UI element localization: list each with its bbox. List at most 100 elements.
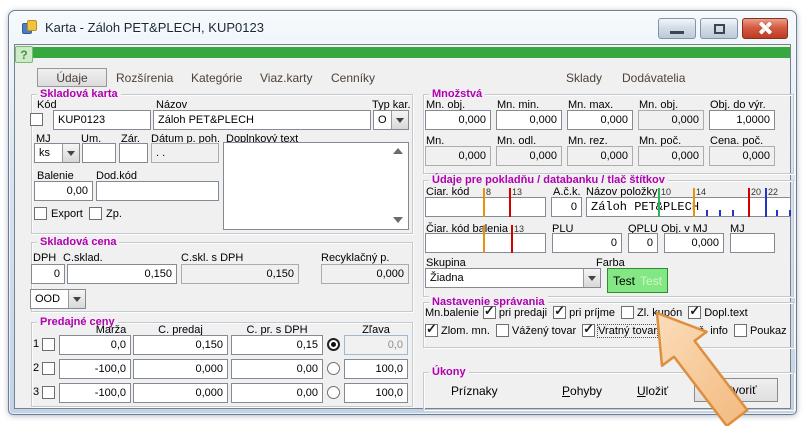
tab-kategorie[interactable]: Kategórie xyxy=(191,71,242,85)
mn-poc-field[interactable]: 0,000 xyxy=(638,146,704,166)
c-predaj-field-1[interactable]: 0,150 xyxy=(133,335,228,355)
marza-field-1[interactable]: 0,0 xyxy=(59,335,131,355)
tab-viazkarty[interactable]: Viaz.karty xyxy=(260,71,312,85)
poukaz-checkbox[interactable] xyxy=(734,324,747,337)
export-label: Export xyxy=(51,208,83,220)
mn-obj-field[interactable]: 0,000 xyxy=(425,110,491,130)
ruler-tick-blue xyxy=(765,188,767,217)
dopl-text-checkbox[interactable] xyxy=(688,306,701,319)
tab-udaje[interactable]: Údaje xyxy=(37,68,107,87)
marza-field-3[interactable]: -100,0 xyxy=(59,383,131,403)
chevron-down-icon[interactable] xyxy=(68,290,85,308)
price-row1-checkbox[interactable] xyxy=(42,338,55,351)
nazov-mark-20: 20 xyxy=(751,187,761,197)
nazov-mark-10: 10 xyxy=(661,187,671,197)
obj-do-vyr-field[interactable]: 1,0000 xyxy=(709,110,775,130)
marza-field-2[interactable]: -100,0 xyxy=(59,359,131,379)
zlava-field-1[interactable]: 0,0 xyxy=(344,335,408,355)
price-radio-3[interactable] xyxy=(327,386,340,399)
c-pr-s-dph-field-1[interactable]: 0,15 xyxy=(231,335,323,355)
scroll-up-icon[interactable] xyxy=(393,148,403,154)
c-predaj-field-2[interactable]: 0,000 xyxy=(133,359,228,379)
plu-field[interactable]: 0 xyxy=(552,233,622,253)
c-pr-s-dph-field-3[interactable]: 0,00 xyxy=(231,383,323,403)
nazov-field[interactable]: Záloh PET&PLECH xyxy=(153,110,371,130)
obj-v-mj-field[interactable]: 0,000 xyxy=(664,233,724,253)
rozs-info-checkbox[interactable] xyxy=(663,324,676,337)
priznaky-button[interactable]: Príznaky xyxy=(445,383,504,399)
chevron-down-icon[interactable] xyxy=(62,144,79,162)
zlava-field-3[interactable]: 100,0 xyxy=(344,383,408,403)
maximize-button[interactable] xyxy=(700,18,738,39)
screenshot-stage: Karta - Záloh PET&PLECH, KUP0123 ? Údaje… xyxy=(0,0,807,426)
group-title-skladova-cena: Skladová cena xyxy=(37,236,119,248)
ood-value: OOD xyxy=(35,293,60,305)
window-controls xyxy=(658,17,788,39)
datum-field[interactable]: . . xyxy=(151,143,219,163)
pohyby-button[interactable]: Pohyby xyxy=(556,383,608,399)
cena-poc-field[interactable]: 0,000 xyxy=(709,146,775,166)
tab-rozsirenia[interactable]: Rozšírenia xyxy=(116,71,173,85)
mj2-field[interactable] xyxy=(730,233,775,253)
pri-predaji-checkbox[interactable] xyxy=(483,306,496,319)
mn-max-field[interactable]: 0,000 xyxy=(567,110,633,130)
mn-field[interactable]: 0,000 xyxy=(425,146,491,166)
doplnkovy-textarea[interactable] xyxy=(223,142,409,230)
zlava-field-2[interactable]: 100,0 xyxy=(344,359,408,379)
skupina-select[interactable]: Žiadna xyxy=(425,268,601,288)
tab-sklady[interactable]: Sklady xyxy=(566,71,602,85)
farba-swatch-button[interactable]: Test Test xyxy=(607,268,668,293)
csklad-label: C.sklad. xyxy=(63,252,103,264)
c-predaj-field-3[interactable]: 0,000 xyxy=(133,383,228,403)
balenia-field[interactable] xyxy=(425,233,546,253)
zar-field[interactable] xyxy=(119,143,148,163)
csklad-field[interactable]: 0,150 xyxy=(67,264,177,284)
dopl-text-label: Dopl.text xyxy=(704,307,747,319)
export-checkbox[interactable] xyxy=(34,207,47,220)
cskldph-field[interactable]: 0,150 xyxy=(181,264,299,284)
close-button[interactable] xyxy=(742,18,788,39)
mj-select[interactable]: ks xyxy=(34,143,80,163)
recykl-field[interactable]: 0,000 xyxy=(321,264,409,284)
vazeny-tovar-checkbox[interactable] xyxy=(496,324,509,337)
c-pr-s-dph-field-2[interactable]: 0,00 xyxy=(231,359,323,379)
pri-prijme-checkbox[interactable] xyxy=(553,306,566,319)
zlom-mn-checkbox[interactable] xyxy=(425,324,438,337)
zp-checkbox[interactable] xyxy=(89,207,102,220)
um-field[interactable] xyxy=(82,143,116,163)
qplu-field[interactable]: 0 xyxy=(628,233,658,253)
titlebar[interactable]: Karta - Záloh PET&PLECH, KUP0123 xyxy=(9,11,796,44)
price-radio-1[interactable] xyxy=(327,338,340,351)
dph-field[interactable]: 0 xyxy=(31,264,65,284)
ciarkod-field[interactable] xyxy=(425,197,546,217)
chevron-down-icon[interactable] xyxy=(583,269,600,287)
chevron-down-icon[interactable] xyxy=(391,111,408,129)
price-row3-checkbox[interactable] xyxy=(42,386,55,399)
vratny-tovar-checkbox[interactable] xyxy=(582,324,595,337)
status-accent-bar xyxy=(15,47,790,58)
kod-checkbox[interactable] xyxy=(30,113,43,126)
balenie-field[interactable]: 0,00 xyxy=(34,181,93,201)
ulozit-button[interactable]: Uložiť xyxy=(631,383,674,399)
ack-field[interactable]: 0 xyxy=(551,197,582,217)
tab-cenniky[interactable]: Cenníky xyxy=(331,71,375,85)
minimize-button[interactable] xyxy=(658,18,696,39)
zatvorit-button[interactable]: Zatvoriť xyxy=(694,378,778,402)
group-title-ukony: Úkony xyxy=(429,366,469,378)
price-radio-2[interactable] xyxy=(327,362,340,375)
ood-select[interactable]: OOD xyxy=(30,289,86,309)
nazov-polozky-field[interactable]: Záloh PET&PLECH xyxy=(586,197,791,217)
dodkod-field[interactable] xyxy=(96,181,219,201)
scroll-down-icon[interactable] xyxy=(393,217,403,223)
help-button[interactable]: ? xyxy=(15,46,33,63)
zl-kupon-checkbox[interactable] xyxy=(621,306,634,319)
mn-min-field[interactable]: 0,000 xyxy=(496,110,562,130)
kod-field[interactable]: KUP0123 xyxy=(53,110,151,130)
zlom-mn-label: Zlom. mn. xyxy=(441,325,490,337)
mn-obj2-field[interactable]: 0,000 xyxy=(638,110,704,130)
price-row2-checkbox[interactable] xyxy=(42,362,55,375)
mn-rez-field[interactable]: 0,000 xyxy=(567,146,633,166)
tab-dodavatelia[interactable]: Dodávatelia xyxy=(622,71,685,85)
mn-odl-field[interactable]: 0,000 xyxy=(496,146,562,166)
typ-kar-select[interactable]: O xyxy=(373,110,409,130)
